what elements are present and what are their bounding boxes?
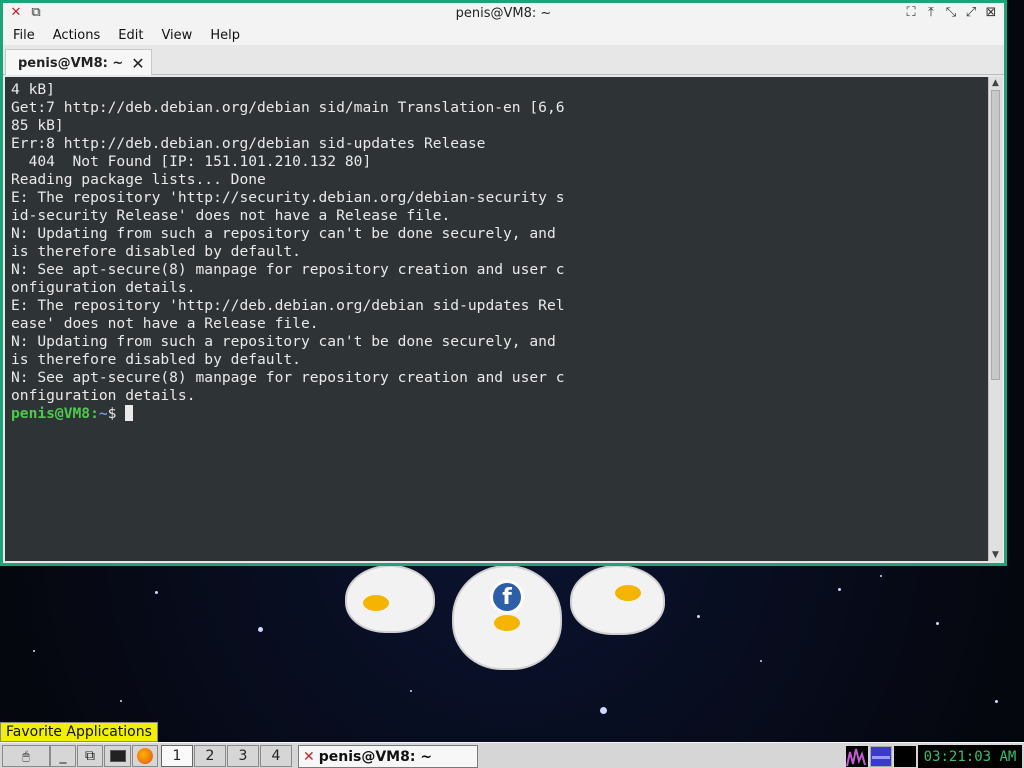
minimize-all-icon: _ — [59, 748, 67, 764]
terminal-app-icon: ✕ — [303, 748, 315, 765]
tab-bar: penis@VM8: ~ ✕ — [3, 45, 1004, 76]
menu-edit[interactable]: Edit — [118, 28, 143, 43]
workspace-1[interactable]: 1 — [161, 745, 193, 767]
app-menu-icon: 🖱 — [22, 748, 30, 763]
clock[interactable]: 03:21:03 AM — [918, 745, 1022, 768]
prompt-separator: : — [90, 405, 99, 422]
terminal-line: 404 Not Found [IP: 151.101.210.132 80] — [11, 153, 372, 170]
taskbar: 🖱 _ ⧉ 1 2 3 4 ✕ penis@VM8: ~ 03:21:03 AM — [0, 742, 1024, 768]
star — [120, 700, 122, 702]
terminal-line: 4 kB] — [11, 81, 55, 98]
star — [995, 700, 998, 703]
star — [155, 591, 158, 594]
text-cursor — [125, 405, 134, 421]
workspace-label: 1 — [172, 748, 182, 764]
window-title: penis@VM8: ~ — [455, 6, 552, 21]
terminal-tab[interactable]: penis@VM8: ~ ✕ — [5, 49, 152, 76]
maximize-icon[interactable]: ⤢ — [962, 5, 980, 20]
minimize-all-button[interactable]: _ — [50, 745, 76, 767]
scroll-down-icon[interactable]: ▼ — [989, 549, 1002, 561]
menu-file[interactable]: File — [13, 28, 35, 43]
cpu-monitor-icon[interactable] — [846, 746, 868, 767]
tab-label: penis@VM8: ~ — [18, 55, 124, 71]
terminal-line: E: The repository 'http://security.debia… — [11, 189, 565, 206]
star — [838, 588, 841, 591]
star — [936, 622, 939, 625]
workspace-2[interactable]: 2 — [194, 745, 226, 767]
terminal-line: onfiguration details. — [11, 279, 196, 296]
workspace-label: 3 — [238, 748, 248, 764]
prompt-user: penis@VM8 — [11, 405, 91, 422]
star — [258, 627, 263, 632]
star — [880, 575, 882, 577]
terminal-line: N: See apt-secure(8) manpage for reposit… — [11, 369, 565, 386]
terminal-line: is therefore disabled by default. — [11, 243, 301, 260]
scrollbar-thumb[interactable] — [991, 90, 1000, 380]
memory-monitor-icon[interactable] — [870, 746, 892, 767]
fedora-logo-icon: f — [490, 580, 524, 614]
terminal-line: E: The repository 'http://deb.debian.org… — [11, 297, 565, 314]
terminal-line: ease' does not have a Release file. — [11, 315, 319, 332]
terminal-line: id-security Release' does not have a Rel… — [11, 207, 451, 224]
terminal-line: Err:8 http://deb.debian.org/debian sid-u… — [11, 135, 486, 152]
prompt-path: ~ — [98, 405, 108, 422]
close-icon[interactable]: ⊠ — [982, 5, 1000, 20]
vertical-scrollbar[interactable]: ▲ ▼ — [988, 77, 1002, 561]
terminal-line: is therefore disabled by default. — [11, 351, 301, 368]
taskbar-window-title: penis@VM8: ~ — [318, 748, 433, 765]
terminal-output[interactable]: 4 kB] Get:7 http://deb.debian.org/debian… — [3, 75, 1004, 563]
network-monitor-icon[interactable] — [894, 746, 916, 767]
minimize-icon[interactable]: ⤡ — [942, 5, 960, 20]
tooltip: Favorite Applications — [0, 722, 158, 742]
window-titlebar[interactable]: ✕ ⧉ penis@VM8: ~ ⛶ ⤒ ⤡ ⤢ ⊠ — [3, 3, 1004, 25]
terminal-line: N: Updating from such a repository can't… — [11, 333, 556, 350]
scroll-up-icon[interactable]: ▲ — [989, 77, 1002, 89]
firefox-icon — [137, 748, 153, 764]
workspace-3[interactable]: 3 — [227, 745, 259, 767]
menu-help[interactable]: Help — [210, 28, 240, 43]
terminal-line: onfiguration details. — [11, 387, 196, 404]
terminal-icon — [109, 750, 126, 762]
terminal-line: N: See apt-secure(8) manpage for reposit… — [11, 261, 565, 278]
star — [600, 707, 607, 714]
star — [697, 615, 700, 618]
terminal-line: N: Updating from such a repository can't… — [11, 225, 556, 242]
terminal-launcher[interactable] — [104, 745, 131, 767]
star — [410, 690, 412, 692]
window-list-button[interactable]: ⧉ — [77, 745, 103, 767]
fullscreen-icon[interactable]: ⛶ — [902, 5, 920, 20]
workspace-label: 4 — [271, 748, 281, 764]
terminal-line: Get:7 http://deb.debian.org/debian sid/m… — [11, 99, 565, 116]
menu-actions[interactable]: Actions — [53, 28, 101, 43]
prompt-line: penis@VM8:~$ — [11, 405, 134, 422]
tab-close-icon[interactable]: ✕ — [131, 54, 144, 73]
shade-up-icon[interactable]: ⤒ — [922, 5, 940, 20]
taskbar-window-button[interactable]: ✕ penis@VM8: ~ — [298, 745, 478, 768]
workspace-4[interactable]: 4 — [260, 745, 292, 767]
terminal-text: 4 kB] Get:7 http://deb.debian.org/debian… — [11, 81, 565, 423]
menu-view[interactable]: View — [161, 28, 192, 43]
app-menu-button[interactable]: 🖱 — [2, 745, 50, 767]
star — [33, 650, 35, 652]
workspace-label: 2 — [205, 748, 215, 764]
firefox-launcher[interactable] — [132, 745, 158, 767]
menubar: File Actions Edit View Help — [3, 25, 1004, 45]
star — [760, 660, 762, 662]
window-list-icon: ⧉ — [85, 748, 95, 764]
terminal-line: 85 kB] — [11, 117, 64, 134]
terminal-line: Reading package lists... Done — [11, 171, 266, 188]
prompt-symbol: $ — [107, 405, 126, 422]
